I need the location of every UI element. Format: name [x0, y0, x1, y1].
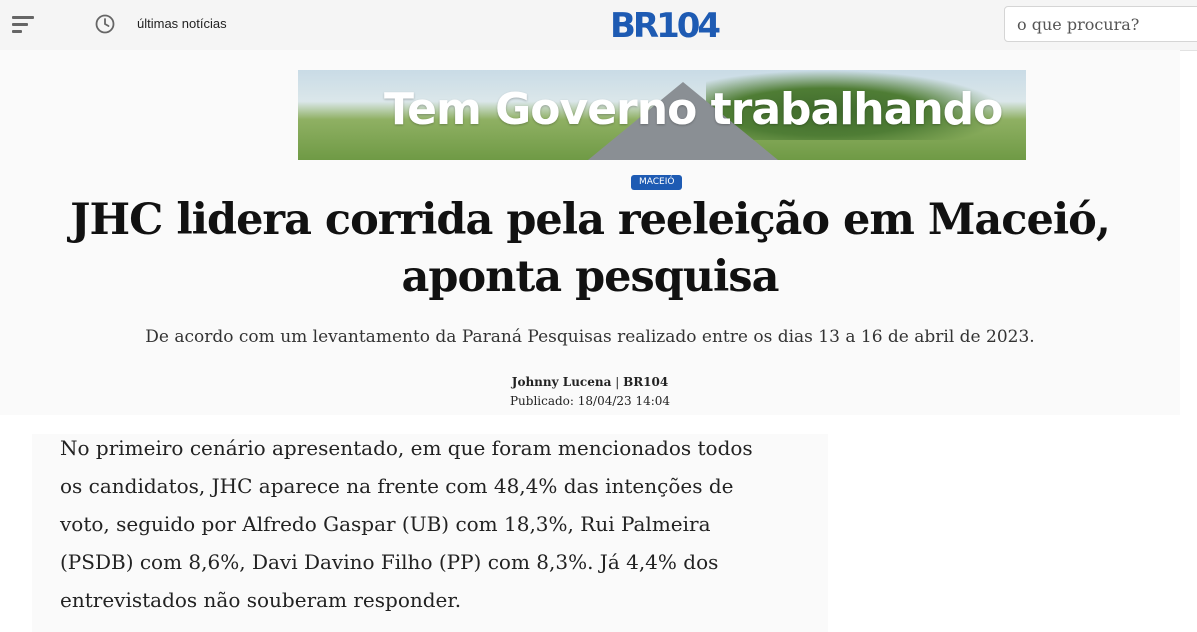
menu-icon[interactable] — [12, 14, 36, 34]
search-input[interactable] — [1004, 6, 1197, 42]
article-paragraph: No primeiro cenário apresentado, em que … — [60, 436, 753, 612]
byline-separator: | — [615, 375, 624, 389]
site-logo[interactable]: BR 104 — [610, 6, 721, 46]
category-tag[interactable]: MACEIÓ — [631, 175, 683, 190]
ad-banner[interactable]: Tem Governo trabalhando — [298, 70, 1026, 160]
clock-icon[interactable] — [95, 14, 115, 34]
published-date: Publicado: 18/04/23 14:04 — [509, 394, 671, 408]
banner-text: Tem Governo trabalhando — [384, 84, 1003, 135]
logo-prefix: BR — [610, 6, 659, 46]
author-name[interactable]: Johnny Lucena — [512, 375, 612, 389]
latest-news-link[interactable]: últimas notícias — [137, 16, 227, 31]
article-source: BR104 — [623, 375, 669, 389]
logo-number: 104 — [656, 6, 721, 46]
top-bar: últimas notícias BR 104 — [0, 0, 1197, 51]
byline: Johnny Lucena | BR104 — [0, 375, 1180, 389]
article-title: JHC lidera corrida pela reeleição em Mac… — [70, 195, 1111, 302]
article-subtitle: De acordo com um levantamento da Paraná … — [145, 327, 1035, 347]
